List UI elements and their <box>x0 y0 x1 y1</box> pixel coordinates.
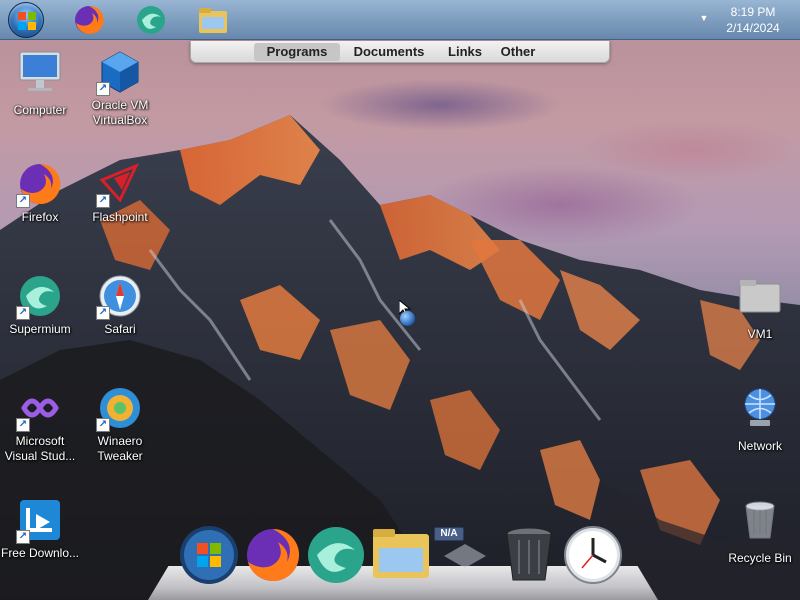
menu-programs[interactable]: Programs <box>254 43 340 61</box>
clock-time: 8:19 PM <box>730 5 776 19</box>
network-icon <box>744 388 776 426</box>
shortcut-arrow-icon: ↗ <box>96 82 110 96</box>
busy-indicator-icon <box>400 311 415 326</box>
desktop-icon-vm1[interactable]: VM1 <box>720 272 800 342</box>
desktop-icon-winaero[interactable]: ↗ Winaero Tweaker <box>80 384 160 464</box>
start-button[interactable] <box>8 2 44 38</box>
windows-flag-icon <box>18 12 36 30</box>
desktop-icon-label: Free Downlo... <box>0 546 80 560</box>
shortcut-arrow-icon: ↗ <box>96 306 110 320</box>
shortcut-arrow-icon: ↗ <box>16 530 30 544</box>
desktop-icon-label: Oracle VM VirtualBox <box>91 98 149 127</box>
computer-icon <box>19 51 61 91</box>
dock-supermium-icon[interactable] <box>305 524 367 586</box>
desktop-icon-label: Winaero Tweaker <box>97 434 143 463</box>
desktop-icon-firefox[interactable]: ↗ Firefox <box>0 160 80 225</box>
menu-links[interactable]: Links <box>441 43 489 61</box>
desktop-icon-virtualbox[interactable]: ↗ Oracle VM VirtualBox <box>80 48 160 128</box>
desktop-icon-flashpoint[interactable]: ↗ Flashpoint <box>80 160 160 225</box>
na-badge: N/A <box>434 527 464 541</box>
desktop-icon-supermium[interactable]: ↗ Supermium <box>0 272 80 337</box>
taskbar-supermium-icon[interactable] <box>134 3 168 37</box>
desktop-icon-free-download[interactable]: ↗ Free Downlo... <box>0 496 80 561</box>
desktop-icon-label: Safari <box>104 322 136 336</box>
shortcut-arrow-icon: ↗ <box>96 194 110 208</box>
shortcut-arrow-icon: ↗ <box>16 418 30 432</box>
desktop-icon-safari[interactable]: ↗ Safari <box>80 272 160 337</box>
desktop-icon-label: Microsoft Visual Stud... <box>4 434 76 463</box>
menu-documents[interactable]: Documents <box>348 43 430 61</box>
desktop-icon-visual-studio[interactable]: ↗ Microsoft Visual Stud... <box>0 384 80 464</box>
desktop-icon-label: Recycle Bin <box>728 551 792 565</box>
taskbar-clock[interactable]: 8:19 PM 2/14/2024 <box>716 4 790 36</box>
clock-date: 2/14/2024 <box>726 21 780 35</box>
folder-icon <box>739 280 781 313</box>
dock-clock-icon[interactable] <box>562 524 624 586</box>
desktop-icon-label: Network <box>737 439 782 453</box>
dock-start-icon[interactable] <box>178 524 240 586</box>
desktop-icon-label: Flashpoint <box>92 210 148 224</box>
recycle-bin-icon <box>745 501 775 539</box>
desktop-icon-label: Firefox <box>21 210 59 224</box>
taskbar-explorer-icon[interactable] <box>196 3 230 37</box>
desktop-icon-computer[interactable]: Computer <box>0 48 80 118</box>
menu-other[interactable]: Other <box>496 43 540 61</box>
dock-recycle-bin-icon[interactable] <box>498 524 560 586</box>
desktop-icon-recycle-bin[interactable]: Recycle Bin <box>720 496 800 566</box>
desktop-icon-label: VM1 <box>747 327 773 341</box>
taskbar: ▼ 8:19 PM 2/14/2024 <box>0 0 800 40</box>
dock-firefox-icon[interactable] <box>242 524 304 586</box>
shortcut-arrow-icon: ↗ <box>16 306 30 320</box>
desktop-icon-network[interactable]: Network <box>720 384 800 454</box>
shortcut-arrow-icon: ↗ <box>16 194 30 208</box>
menu-bar: Programs Documents Links Other <box>190 41 610 63</box>
tray-expand-icon[interactable]: ▼ <box>698 12 710 24</box>
desktop-icon-label: Supermium <box>9 322 71 336</box>
shortcut-arrow-icon: ↗ <box>96 418 110 432</box>
desktop-icon-label: Computer <box>13 103 67 117</box>
dock-explorer-icon[interactable] <box>370 524 432 586</box>
taskbar-firefox-icon[interactable] <box>72 3 106 37</box>
